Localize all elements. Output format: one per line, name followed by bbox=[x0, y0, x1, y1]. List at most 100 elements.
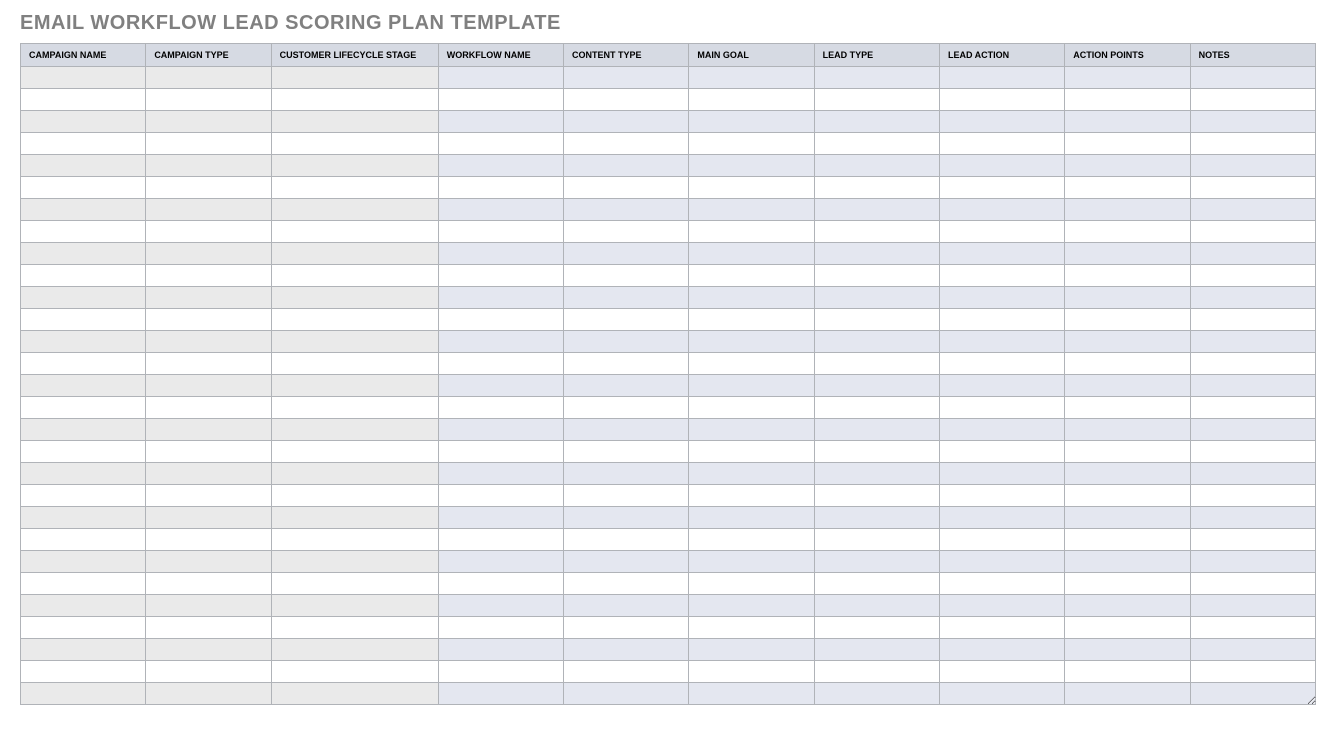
table-cell[interactable] bbox=[564, 331, 689, 353]
table-cell[interactable] bbox=[438, 507, 563, 529]
table-cell[interactable] bbox=[814, 309, 939, 331]
table-cell[interactable] bbox=[21, 661, 146, 683]
table-cell[interactable] bbox=[939, 573, 1064, 595]
table-cell[interactable] bbox=[1190, 573, 1315, 595]
table-cell[interactable] bbox=[146, 287, 271, 309]
table-cell[interactable] bbox=[271, 243, 438, 265]
table-cell[interactable] bbox=[271, 177, 438, 199]
table-cell[interactable] bbox=[939, 419, 1064, 441]
table-cell[interactable] bbox=[689, 661, 814, 683]
table-cell[interactable] bbox=[438, 67, 563, 89]
table-cell[interactable] bbox=[814, 243, 939, 265]
table-cell[interactable] bbox=[689, 67, 814, 89]
table-cell[interactable] bbox=[1065, 551, 1190, 573]
table-cell[interactable] bbox=[271, 573, 438, 595]
table-cell[interactable] bbox=[146, 265, 271, 287]
table-cell[interactable] bbox=[21, 441, 146, 463]
table-cell[interactable] bbox=[271, 419, 438, 441]
table-cell[interactable] bbox=[939, 463, 1064, 485]
table-cell[interactable] bbox=[814, 617, 939, 639]
table-cell[interactable] bbox=[1065, 463, 1190, 485]
table-cell[interactable] bbox=[146, 89, 271, 111]
table-cell[interactable] bbox=[689, 507, 814, 529]
table-cell[interactable] bbox=[438, 89, 563, 111]
table-cell[interactable] bbox=[689, 639, 814, 661]
table-cell[interactable] bbox=[21, 133, 146, 155]
table-cell[interactable] bbox=[1190, 617, 1315, 639]
table-cell[interactable] bbox=[814, 375, 939, 397]
table-cell[interactable] bbox=[939, 375, 1064, 397]
table-cell[interactable] bbox=[271, 331, 438, 353]
table-cell[interactable] bbox=[271, 133, 438, 155]
table-cell[interactable] bbox=[939, 529, 1064, 551]
table-cell[interactable] bbox=[1065, 419, 1190, 441]
table-cell[interactable] bbox=[814, 111, 939, 133]
table-cell[interactable] bbox=[564, 353, 689, 375]
table-cell[interactable] bbox=[1065, 397, 1190, 419]
table-cell[interactable] bbox=[564, 397, 689, 419]
table-cell[interactable] bbox=[146, 155, 271, 177]
table-cell[interactable] bbox=[939, 661, 1064, 683]
table-cell[interactable] bbox=[814, 133, 939, 155]
table-cell[interactable] bbox=[1065, 573, 1190, 595]
table-cell[interactable] bbox=[146, 309, 271, 331]
table-cell[interactable] bbox=[21, 375, 146, 397]
table-cell[interactable] bbox=[21, 683, 146, 705]
table-cell[interactable] bbox=[1190, 441, 1315, 463]
table-cell[interactable] bbox=[271, 155, 438, 177]
table-cell[interactable] bbox=[939, 265, 1064, 287]
table-cell[interactable] bbox=[564, 485, 689, 507]
table-cell[interactable] bbox=[939, 111, 1064, 133]
table-cell[interactable] bbox=[814, 353, 939, 375]
table-cell[interactable] bbox=[271, 551, 438, 573]
table-cell[interactable] bbox=[689, 419, 814, 441]
table-cell[interactable] bbox=[438, 309, 563, 331]
table-cell[interactable] bbox=[438, 419, 563, 441]
table-cell[interactable] bbox=[689, 199, 814, 221]
table-cell[interactable] bbox=[21, 507, 146, 529]
table-cell[interactable] bbox=[271, 639, 438, 661]
table-cell[interactable] bbox=[146, 529, 271, 551]
table-cell[interactable] bbox=[438, 243, 563, 265]
table-cell[interactable] bbox=[689, 595, 814, 617]
table-cell[interactable] bbox=[271, 221, 438, 243]
table-cell[interactable] bbox=[271, 265, 438, 287]
table-cell[interactable] bbox=[564, 617, 689, 639]
table-cell[interactable] bbox=[21, 617, 146, 639]
table-cell[interactable] bbox=[814, 199, 939, 221]
table-cell[interactable] bbox=[814, 639, 939, 661]
table-cell[interactable] bbox=[271, 441, 438, 463]
table-cell[interactable] bbox=[689, 485, 814, 507]
table-cell[interactable] bbox=[146, 573, 271, 595]
table-cell[interactable] bbox=[1065, 507, 1190, 529]
table-cell[interactable] bbox=[564, 265, 689, 287]
table-cell[interactable] bbox=[271, 595, 438, 617]
table-cell[interactable] bbox=[1065, 133, 1190, 155]
table-cell[interactable] bbox=[146, 507, 271, 529]
table-cell[interactable] bbox=[146, 353, 271, 375]
table-cell[interactable] bbox=[146, 639, 271, 661]
table-cell[interactable] bbox=[1190, 419, 1315, 441]
table-cell[interactable] bbox=[564, 67, 689, 89]
table-cell[interactable] bbox=[21, 199, 146, 221]
table-cell[interactable] bbox=[21, 309, 146, 331]
table-cell[interactable] bbox=[271, 529, 438, 551]
table-cell[interactable] bbox=[814, 265, 939, 287]
table-cell[interactable] bbox=[1190, 639, 1315, 661]
table-cell[interactable] bbox=[1190, 243, 1315, 265]
table-cell[interactable] bbox=[438, 199, 563, 221]
table-cell[interactable] bbox=[21, 419, 146, 441]
table-cell[interactable] bbox=[564, 221, 689, 243]
table-cell[interactable] bbox=[21, 573, 146, 595]
table-cell[interactable] bbox=[689, 265, 814, 287]
table-cell[interactable] bbox=[1065, 67, 1190, 89]
table-cell[interactable] bbox=[438, 397, 563, 419]
table-cell[interactable] bbox=[564, 155, 689, 177]
table-cell[interactable] bbox=[438, 155, 563, 177]
table-cell[interactable] bbox=[814, 221, 939, 243]
table-cell[interactable] bbox=[146, 683, 271, 705]
table-cell[interactable] bbox=[939, 67, 1064, 89]
table-cell[interactable] bbox=[1065, 485, 1190, 507]
table-cell[interactable] bbox=[21, 287, 146, 309]
table-cell[interactable] bbox=[438, 331, 563, 353]
